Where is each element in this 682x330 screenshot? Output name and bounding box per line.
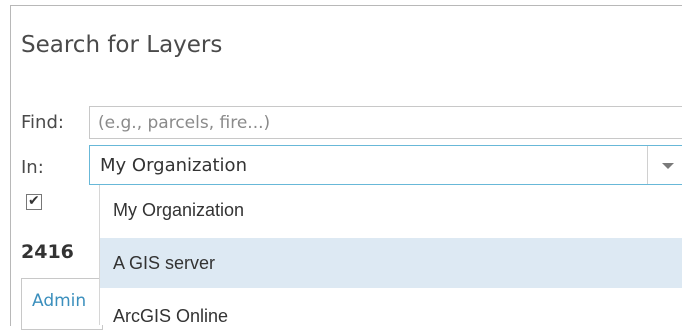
dropdown-list: My Organization A GIS server ArcGIS Onli… xyxy=(99,185,682,325)
in-label: In: xyxy=(21,157,44,178)
results-list: Admin xyxy=(21,278,103,330)
checkmark-icon: ✔ xyxy=(28,193,40,209)
results-count: 2416 xyxy=(21,241,74,263)
option-my-organization[interactable]: My Organization xyxy=(100,185,682,235)
in-select-value: My Organization xyxy=(100,155,247,176)
in-select[interactable]: My Organization xyxy=(89,145,682,185)
find-label: Find: xyxy=(21,112,64,133)
find-input[interactable] xyxy=(89,106,682,139)
result-link[interactable]: Admin xyxy=(32,291,86,311)
chevron-down-icon xyxy=(662,163,674,169)
checkbox[interactable]: ✔ xyxy=(26,193,42,210)
dropdown-arrow-button[interactable] xyxy=(647,146,682,184)
option-arcgis-online[interactable]: ArcGIS Online xyxy=(100,291,682,325)
option-gis-server[interactable]: A GIS server xyxy=(100,238,682,288)
dialog-title: Search for Layers xyxy=(21,32,223,58)
